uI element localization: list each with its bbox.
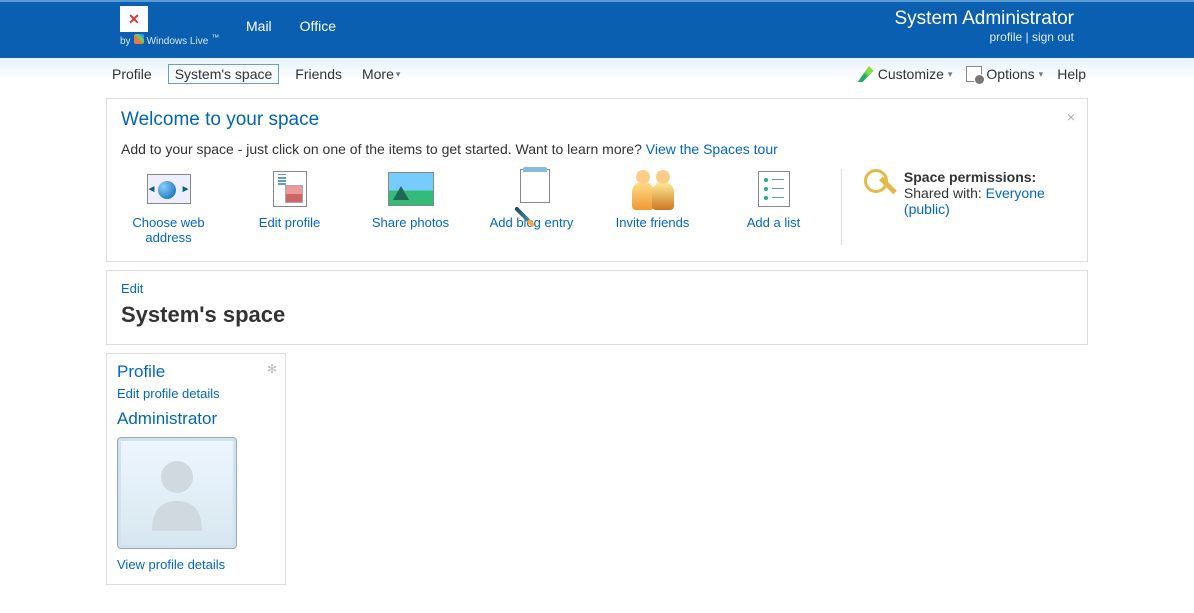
byline-by: by [120, 36, 131, 47]
user-name: System Administrator [895, 8, 1075, 30]
welcome-intro-text: Add to your space - just click on one of… [121, 141, 646, 157]
permissions-block: Space permissions: Shared with: Everyone… [852, 169, 1073, 217]
globe-icon: ◄► [147, 174, 191, 204]
edit-space-link[interactable]: Edit [121, 281, 143, 296]
byline-tm: ™ [211, 33, 219, 42]
tile-add-blog[interactable]: Add blog entry [484, 169, 579, 245]
tile-edit-profile-label: Edit profile [242, 215, 337, 230]
profile-link[interactable]: profile [989, 30, 1022, 44]
photo-icon [388, 172, 434, 206]
tile-edit-profile[interactable]: Edit profile [242, 169, 337, 245]
header-user: System Administrator profile | sign out [895, 8, 1075, 44]
notepad-icon [514, 169, 550, 209]
byline: by Windows Live™ [120, 34, 219, 47]
tile-share-photos[interactable]: Share photos [363, 169, 458, 245]
header-bar: ✕ by Windows Live™ Mail Office System Ad… [0, 0, 1194, 58]
chevron-down-icon: ▾ [1039, 69, 1044, 80]
edit-profile-details-link[interactable]: Edit profile details [117, 386, 275, 401]
logo-block: ✕ by Windows Live™ [120, 6, 219, 47]
welcome-panel: × Welcome to your space Add to your spac… [106, 98, 1088, 262]
tile-invite-friends[interactable]: Invite friends [605, 169, 700, 245]
chevron-down-icon: ▾ [396, 69, 401, 80]
space-title: System's space [121, 302, 1073, 328]
options-icon [966, 66, 982, 82]
profile-card-heading[interactable]: Profile [117, 362, 165, 381]
people-icon [630, 168, 676, 210]
chevron-down-icon: ▾ [948, 69, 953, 80]
avatar-image [117, 437, 237, 549]
view-profile-details-link[interactable]: View profile details [117, 557, 275, 572]
nav-options-label: Options [986, 66, 1034, 82]
key-icon [864, 169, 896, 205]
welcome-tiles: ◄► Choose web address Edit profile Share… [121, 169, 842, 245]
tile-choose-web[interactable]: ◄► Choose web address [121, 169, 216, 245]
welcome-intro: Add to your space - just click on one of… [121, 141, 1073, 157]
tile-add-list[interactable]: Add a list [726, 169, 821, 245]
brush-icon [858, 66, 874, 82]
broken-image-icon: ✕ [120, 6, 148, 32]
nav-friends[interactable]: Friends [291, 64, 346, 84]
profile-card-username: Administrator [117, 409, 275, 429]
nav-help-label: Help [1057, 66, 1086, 82]
list-icon [758, 171, 790, 207]
tile-choose-web-label: Choose web address [121, 215, 216, 245]
windows-live-icon [134, 34, 144, 44]
nav-customize[interactable]: Customize ▾ [858, 66, 953, 82]
main-area: × Welcome to your space Add to your spac… [0, 90, 1194, 613]
nav-more[interactable]: More▾ [358, 64, 404, 84]
close-icon[interactable]: × [1067, 109, 1075, 125]
space-title-panel: Edit System's space [106, 270, 1088, 345]
welcome-title: Welcome to your space [121, 109, 1073, 131]
nav-more-label: More [362, 66, 394, 82]
person-icon [142, 453, 212, 533]
nav-band: Profile System's space Friends More▾ Cus… [0, 58, 1194, 90]
nav-customize-label: Customize [878, 66, 944, 82]
tile-invite-friends-label: Invite friends [605, 215, 700, 230]
nav-space[interactable]: System's space [168, 64, 280, 84]
office-link[interactable]: Office [300, 18, 336, 34]
profile-card: ✻ Profile Edit profile details Administr… [106, 353, 286, 585]
nav-profile[interactable]: Profile [108, 64, 156, 84]
mail-link[interactable]: Mail [246, 18, 272, 34]
signout-link[interactable]: sign out [1032, 30, 1074, 44]
tile-add-list-label: Add a list [726, 215, 821, 230]
nav-help[interactable]: Help [1057, 66, 1086, 82]
tile-share-photos-label: Share photos [363, 215, 458, 230]
permissions-shared-label: Shared with: [904, 185, 986, 201]
gear-icon[interactable]: ✻ [267, 362, 277, 376]
header-links: Mail Office [246, 18, 336, 34]
profile-card-icon [273, 171, 307, 207]
nav-options[interactable]: Options ▾ [966, 66, 1043, 82]
spaces-tour-link[interactable]: View the Spaces tour [646, 141, 778, 157]
permissions-heading: Space permissions: [904, 169, 1073, 185]
byline-brand: Windows Live [147, 36, 209, 47]
user-sep: | [1022, 30, 1032, 44]
